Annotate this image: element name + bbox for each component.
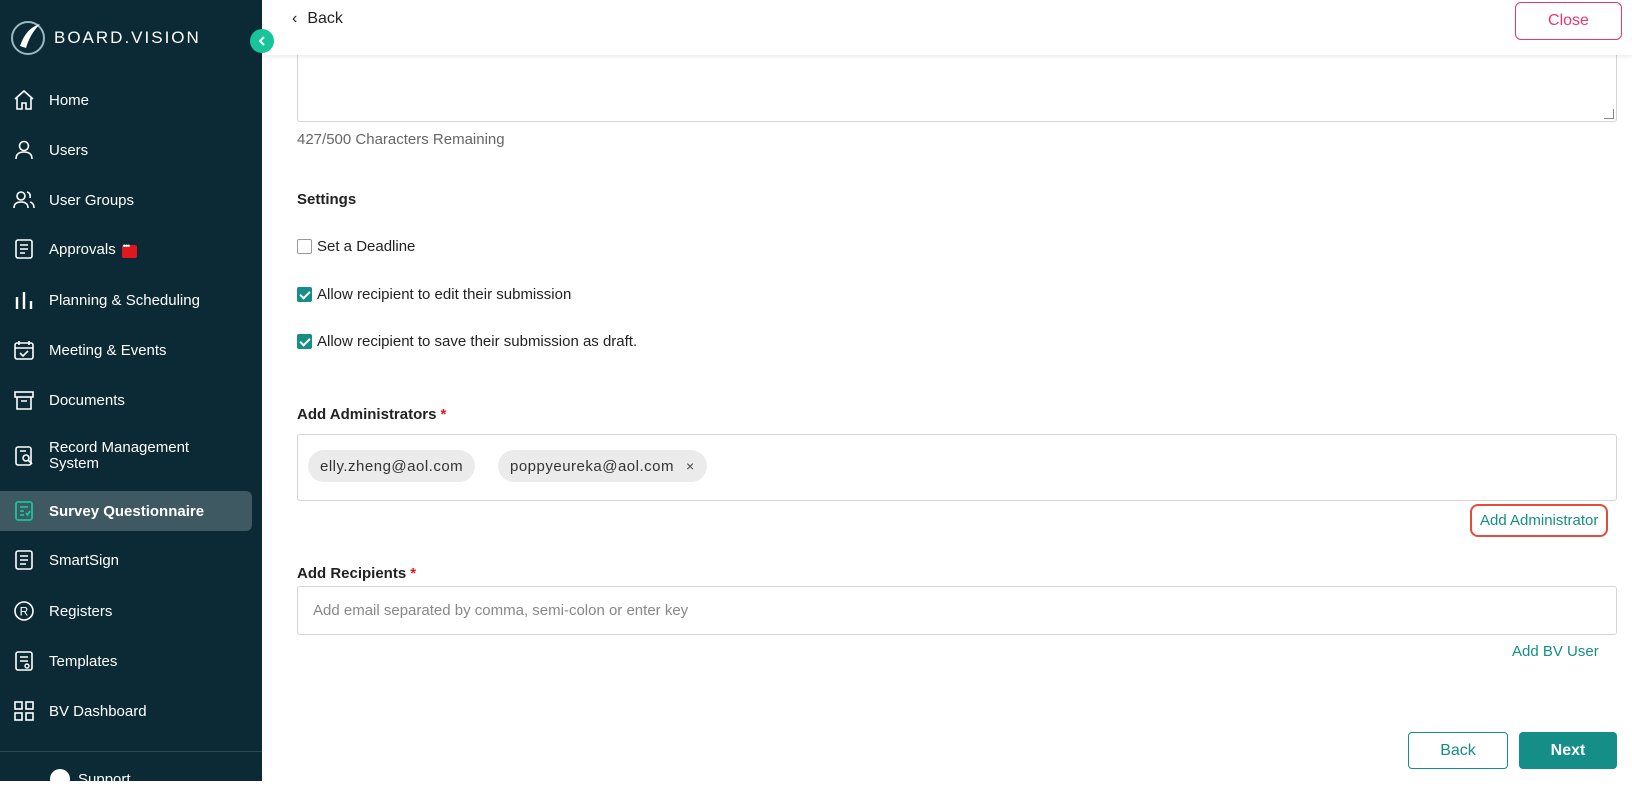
admin-chip: poppyeureka@aol.com × (498, 450, 707, 482)
admins-field[interactable]: elly.zheng@aol.com poppyeureka@aol.com × (297, 434, 1617, 501)
sidebar-item-label: Survey Questionnaire (49, 502, 205, 520)
archive-box-icon (12, 388, 36, 412)
recipients-title: Add Recipients * (297, 565, 416, 582)
sidebar-item-label: Registers (49, 602, 113, 620)
setting-deadline[interactable]: Set a Deadline (297, 238, 415, 255)
sidebar-item-approvals[interactable]: Approvals (0, 229, 252, 269)
admins-title: Add Administrators * (297, 406, 446, 423)
sidebar-item-templates[interactable]: Templates (0, 641, 252, 681)
recipients-input[interactable] (297, 586, 1617, 635)
sidebar-item-label: BV Dashboard (49, 702, 147, 720)
home-icon (12, 88, 36, 112)
allow-edit-checkbox[interactable] (297, 287, 312, 302)
top-header: ‹ Back Close (262, 0, 1632, 55)
sidebar-item-users[interactable]: Users (0, 130, 252, 170)
brand-name: BOARD.VISION (54, 28, 201, 47)
label-line-2: System (49, 455, 100, 472)
sidebar-item-label: Meeting & Events (49, 341, 167, 359)
sidebar-item-survey[interactable]: Survey Questionnaire (0, 491, 252, 531)
sidebar: BOARD.VISION Home Users User Groups Appr… (0, 0, 274, 789)
support-chat-icon (50, 769, 70, 789)
sidebar-item-home[interactable]: Home (0, 80, 252, 120)
required-mark: * (440, 406, 447, 423)
approvals-icon (12, 237, 36, 261)
setting-label: Allow recipient to save their submission… (317, 333, 638, 350)
admin-chip-label: poppyeureka@aol.com (510, 457, 674, 475)
setting-label: Allow recipient to edit their submission (317, 286, 572, 303)
chat-badge-icon (121, 241, 137, 258)
sidebar-item-bv-dashboard[interactable]: BV Dashboard (0, 691, 252, 731)
required-mark: * (410, 565, 417, 582)
header-back-label: Back (307, 10, 343, 27)
label-line-1: Record Management (49, 439, 190, 456)
sidebar-divider (0, 751, 262, 752)
setting-label: Set a Deadline (317, 238, 416, 255)
deadline-checkbox[interactable] (297, 239, 312, 254)
user-icon (12, 138, 36, 162)
survey-form: 427/500 Characters Remaining Settings Se… (262, 0, 1632, 781)
support-label: Support (78, 770, 131, 788)
sidebar-item-label: SmartSign (49, 551, 120, 569)
sidebar-item-label: Approvals (49, 240, 116, 258)
svg-text:R: R (20, 605, 29, 619)
setting-allow-draft[interactable]: Allow recipient to save their submission… (297, 333, 637, 350)
back-button[interactable]: Back (1408, 732, 1508, 769)
header-back-link[interactable]: ‹ Back (292, 10, 343, 28)
chevron-left-icon: ‹ (292, 10, 298, 27)
admin-chip-label: elly.zheng@aol.com (320, 457, 464, 475)
grid-icon (12, 699, 36, 723)
sidebar-item-documents[interactable]: Documents (0, 380, 252, 420)
survey-icon (12, 499, 36, 523)
brand-logo[interactable]: BOARD.VISION (10, 20, 201, 56)
setting-allow-edit[interactable]: Allow recipient to edit their submission (297, 286, 571, 303)
collapse-sidebar-button[interactable] (250, 29, 274, 53)
add-administrator-button[interactable]: Add Administrator (1470, 504, 1609, 537)
remove-chip-icon[interactable]: × (686, 458, 695, 474)
char-remaining-text: 427/500 Characters Remaining (297, 131, 505, 148)
template-icon (12, 649, 36, 673)
settings-title: Settings (297, 191, 357, 208)
record-search-icon (12, 444, 36, 468)
registered-icon: R (12, 599, 36, 623)
sidebar-item-registers[interactable]: R Registers (0, 591, 252, 631)
user-groups-icon (12, 188, 36, 212)
support-button[interactable]: Support (50, 769, 131, 789)
recipients-title-text: Add Recipients (297, 565, 407, 582)
sidebar-item-smartsign[interactable]: SmartSign (0, 540, 252, 580)
sidebar-item-label: Documents (49, 391, 125, 409)
bar-chart-icon (12, 288, 36, 312)
logo-icon (11, 21, 45, 55)
calendar-check-icon (12, 338, 36, 362)
sidebar-item-label: User Groups (49, 191, 135, 209)
sidebar-item-label: Planning & Scheduling (49, 291, 200, 309)
admins-title-text: Add Administrators (297, 406, 437, 423)
sidebar-item-planning[interactable]: Planning & Scheduling (0, 280, 252, 320)
sidebar-item-label: Record Management System (49, 440, 189, 472)
sidebar-item-label: Home (49, 91, 90, 109)
allow-draft-checkbox[interactable] (297, 334, 312, 349)
sidebar-item-meetings[interactable]: Meeting & Events (0, 330, 252, 370)
document-icon (12, 548, 36, 572)
next-button[interactable]: Next (1519, 732, 1617, 769)
sidebar-item-user-groups[interactable]: User Groups (0, 180, 252, 220)
sidebar-item-label: Templates (49, 652, 118, 670)
sidebar-item-record-management[interactable]: Record Management System (0, 436, 252, 476)
resize-grip-icon[interactable] (1604, 109, 1614, 119)
sidebar-item-label: Users (49, 141, 89, 159)
chevron-left-icon (258, 36, 265, 46)
add-bv-user-button[interactable]: Add BV User (1512, 643, 1599, 660)
admin-chip: elly.zheng@aol.com (308, 450, 476, 482)
close-button[interactable]: Close (1515, 2, 1622, 40)
